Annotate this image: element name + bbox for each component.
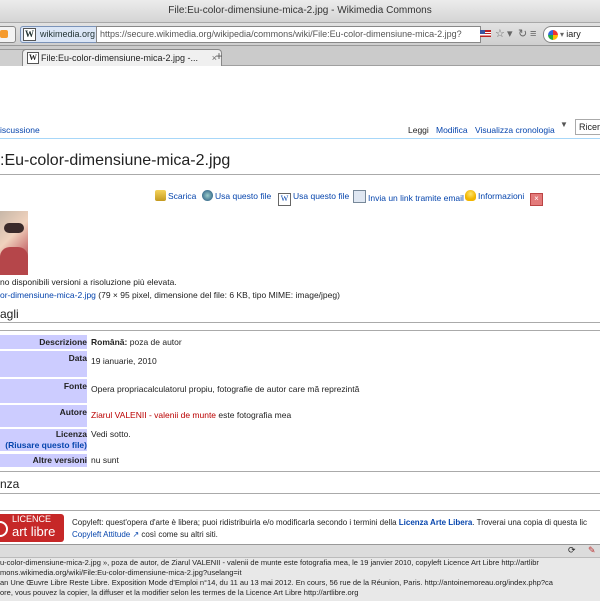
table-row: Altre versioni nu sunt [0,454,600,467]
tab-active[interactable]: W File:Eu-color-dimensiune-mica-2.jpg -.… [22,49,222,66]
file-info: (79 × 95 pixel, dimensione del file: 6 K… [95,290,340,300]
license-link[interactable]: Licenza Arte Libera [399,518,473,527]
addon-icon[interactable]: ✎ [588,545,596,556]
navigation-toolbar: W wikimedia.org https://secure.wikimedia… [0,23,600,46]
email-icon [353,190,366,203]
dropdown-icon[interactable]: ▾ [507,27,513,41]
table-label: Licenza (Riusare questo file) [0,429,87,451]
table-row: Data 19 ianuarie, 2010 [0,351,600,377]
rss-icon[interactable] [0,26,16,43]
wikipedia-icon: W [27,52,39,64]
section-heading-license: nza [0,477,20,491]
close-icon[interactable]: × [530,190,545,206]
tab-bar: × W File:Eu-color-dimensiune-mica-2.jpg … [0,46,600,66]
status-text-4: ore, vous pouvez la copier, la diffuser … [0,588,359,597]
table-value: Română: poza de autor [91,337,182,347]
table-label: Data [0,351,87,377]
tab-edit[interactable]: Modifica [436,125,468,135]
table-value: nu sunt [91,455,119,465]
globe-icon [202,190,213,201]
use-file-button[interactable]: Usa questo file [202,190,271,202]
external-link-icon: ↗ [130,530,140,539]
table-value: Opera propriacalculatorul propiu, fotogr… [91,384,360,394]
site-identity-label: wikimedia.org [40,29,96,39]
file-info-line: or-dimensiune-mica-2.jpg (79 × 95 pixel,… [0,290,340,300]
download-button[interactable]: Scarica [155,190,196,202]
wiki-search-input[interactable]: Ricer [575,119,600,135]
status-icons: ⟳ ✎ [0,545,600,558]
site-identity-button[interactable]: W wikimedia.org [20,26,100,43]
author-link[interactable]: Ziarul VALENII - valenii de munte [91,410,216,420]
table-label: Autore [0,405,87,427]
search-input[interactable]: ▾ iary [543,26,600,43]
table-value: Ziarul VALENII - valenii de munte este f… [91,410,292,420]
tab-discussion[interactable]: iscussione [0,125,40,135]
reload-icon[interactable]: ↻ [518,27,527,41]
wikipedia-icon: W [278,193,291,206]
file-thumbnail[interactable] [0,211,28,275]
star-icon[interactable]: ☆ [495,27,505,41]
status-text-2: mons.wikimedia.org/wiki/File:Eu-color-di… [0,568,242,577]
table-value: 19 ianuarie, 2010 [91,356,157,366]
resolution-note: no disponibili versioni a risoluzione pi… [0,277,177,287]
information-button[interactable]: Informazioni [465,190,524,202]
download-icon [155,190,166,201]
table-value: Vedi sotto. [91,429,131,439]
status-text-1: u-color-dimensiune-mica-2.jpg », poza de… [0,558,539,567]
tab-read[interactable]: Leggi [408,125,429,135]
table-label: Altre versioni [0,454,87,467]
rss-feed-icon[interactable]: ≡ [530,27,536,41]
page-tabs: iscussione Leggi Modifica Visualizza cro… [0,116,600,139]
section-heading-details: agli [0,307,19,321]
wikipedia-icon: W [23,28,36,41]
copyleft-attitude-link[interactable]: Copyleft Attitude [72,530,130,539]
flag-icon [480,30,491,37]
page-title: :Eu-color-dimensiune-mica-2.jpg [0,152,231,169]
license-text: Copyleft: quest'opera d'arte è libera; p… [72,518,588,539]
more-actions-icon[interactable]: ▼ [560,120,568,129]
copyleft-icon [0,521,8,537]
license-box: LICENCE art libre Copyleft: quest'opera … [0,510,600,544]
tab-label: File:Eu-color-dimensiune-mica-2.jpg -... [41,53,199,63]
divider [0,174,600,175]
table-label: Fonte [0,379,87,403]
page-content: iscussione Leggi Modifica Visualizza cro… [0,66,600,544]
reuse-file-link[interactable]: (Riusare questo file) [5,440,87,450]
email-link-button[interactable]: Invia un link tramite email [353,190,464,204]
table-row: Descrizione Română: poza de autor [0,335,600,349]
sync-icon[interactable]: ⟳ [568,545,576,556]
tab-history[interactable]: Visualizza cronologia [475,125,555,135]
new-tab-button[interactable]: + [212,50,226,63]
google-icon[interactable] [548,29,558,40]
status-bar: ⟳ ✎ u-color-dimensiune-mica-2.jpg », poz… [0,544,600,601]
url-input[interactable]: https://secure.wikimedia.org/wikipedia/c… [96,26,481,43]
table-row: Fonte Opera propriacalculatorul propiu, … [0,379,600,403]
file-info-table: Descrizione Română: poza de autor Data 1… [0,330,600,472]
divider [0,493,600,494]
use-file-wiki-button[interactable]: W Usa questo file [278,190,349,206]
search-value: iary [566,29,581,39]
licence-art-libre-logo: LICENCE art libre [0,514,64,542]
divider [0,322,600,323]
file-link[interactable]: or-dimensiune-mica-2.jpg [0,290,96,300]
table-row: Licenza (Riusare questo file) Vedi sotto. [0,429,600,451]
window-title: File:Eu-color-dimensiune-mica-2.jpg - Wi… [0,0,600,23]
table-row: Autore Ziarul VALENII - valenii de munte… [0,405,600,427]
status-text-3: an Une Œuvre Libre Reste Libre. Expositi… [0,578,553,587]
table-label: Descrizione [0,335,87,349]
lightbulb-icon [465,190,476,201]
